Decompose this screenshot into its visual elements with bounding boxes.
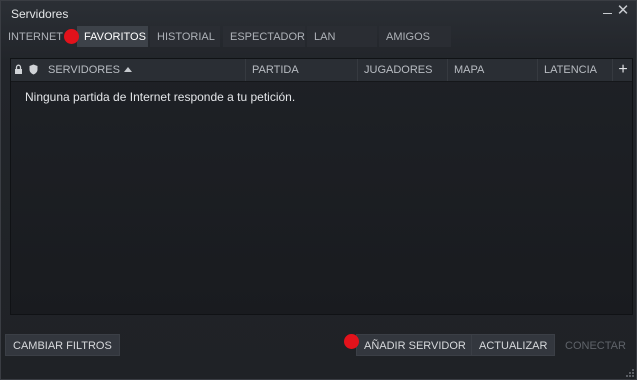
plus-icon[interactable]: + (612, 59, 633, 81)
column-label: LATENCIA (544, 64, 597, 76)
resize-grip-icon[interactable] (626, 369, 634, 377)
shield-icon[interactable] (29, 64, 38, 78)
lock-icon[interactable] (14, 64, 23, 78)
refresh-button[interactable]: ACTUALIZAR (471, 334, 556, 356)
tab-label: ESPECTADOR (230, 31, 305, 43)
minimize-icon[interactable] (601, 4, 615, 18)
tab-history[interactable]: HISTORIAL (150, 26, 220, 47)
highlight-marker (344, 334, 359, 349)
tab-bar: INTERNET FAVORITOS HISTORIAL ESPECTADOR … (1, 26, 636, 47)
window-title: Servidores (11, 7, 69, 21)
column-label: SERVIDORES (48, 64, 120, 76)
tab-label: HISTORIAL (157, 31, 215, 43)
column-map[interactable]: MAPA (447, 59, 537, 81)
tab-label: LAN (314, 31, 336, 43)
sort-ascending-icon (123, 67, 132, 72)
close-icon[interactable]: ✕ (616, 3, 630, 18)
tab-label: INTERNET (8, 31, 63, 43)
list-header: SERVIDORES PARTIDA JUGADORES MAPA LATENC… (11, 59, 632, 82)
column-label: MAPA (454, 64, 485, 76)
tab-internet[interactable]: INTERNET (1, 26, 71, 47)
column-label: JUGADORES (364, 64, 433, 76)
highlight-marker (64, 29, 79, 44)
title-bar: Servidores ✕ (1, 1, 636, 25)
change-filters-button[interactable]: CAMBIAR FILTROS (5, 334, 120, 356)
column-label: PARTIDA (252, 64, 299, 76)
servers-window: Servidores ✕ INTERNET FAVORITOS HISTORIA… (0, 0, 637, 380)
server-list[interactable]: SERVIDORES PARTIDA JUGADORES MAPA LATENC… (10, 58, 633, 315)
column-players[interactable]: JUGADORES (357, 59, 447, 81)
tab-label: AMIGOS (386, 31, 431, 43)
tab-label: FAVORITOS (84, 31, 146, 43)
tab-friends[interactable]: AMIGOS (379, 26, 451, 47)
tab-spectator[interactable]: ESPECTADOR (223, 26, 305, 47)
column-game[interactable]: PARTIDA (245, 59, 357, 81)
tab-favorites[interactable]: FAVORITOS (77, 26, 148, 47)
empty-list-message: Ninguna partida de Internet responde a t… (25, 90, 296, 104)
connect-button[interactable]: CONECTAR (557, 334, 634, 356)
tab-lan[interactable]: LAN (307, 26, 377, 47)
column-latency[interactable]: LATENCIA (537, 59, 612, 81)
column-servers[interactable]: SERVIDORES (42, 59, 243, 81)
add-server-button[interactable]: AÑADIR SERVIDOR (356, 334, 474, 356)
